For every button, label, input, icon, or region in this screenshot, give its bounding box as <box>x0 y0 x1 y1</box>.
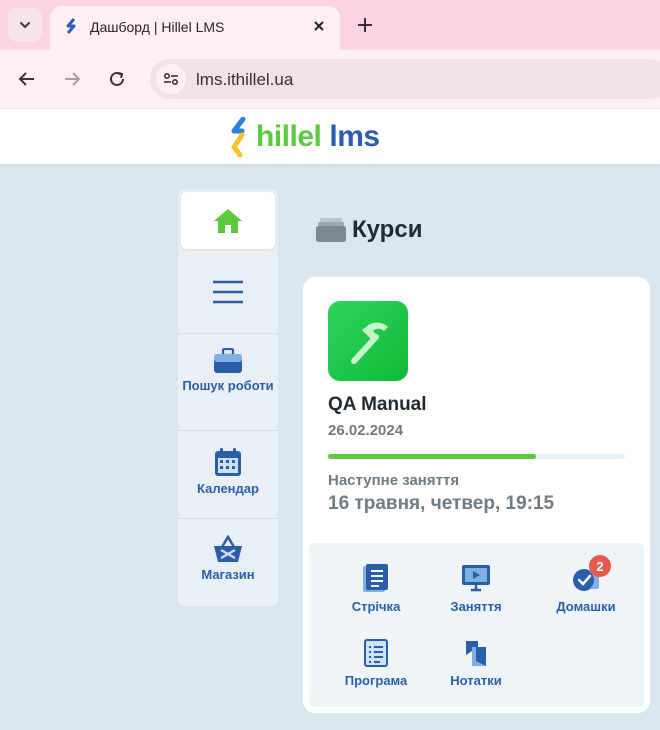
sidebar-item-calendar[interactable]: Календар <box>178 430 278 518</box>
hillel-logo-icon <box>231 117 246 157</box>
course-name: QA Manual <box>328 394 427 415</box>
action-lessons[interactable]: Заняття <box>421 563 531 614</box>
next-lesson-label: Наступне заняття <box>328 472 460 489</box>
course-icon <box>328 301 408 381</box>
shopping-basket-icon <box>214 535 242 562</box>
course-progress-fill <box>328 454 536 459</box>
action-homework-label: Домашки <box>556 599 616 614</box>
sidebar-item-shop[interactable]: Магазин <box>178 518 278 606</box>
plus-icon <box>358 18 372 32</box>
course-progress-bar <box>328 454 625 459</box>
hammer-icon <box>351 322 388 364</box>
sidebar-item-job-search[interactable]: Пошук роботи <box>178 333 278 430</box>
sidebar-item-menu[interactable] <box>178 262 278 322</box>
back-button[interactable] <box>12 64 42 94</box>
site-header: hillel lms <box>0 108 660 164</box>
new-tab-button[interactable] <box>350 10 380 40</box>
browser-tab[interactable]: Дашборд | Hillel LMS <box>50 6 340 50</box>
action-notes-label: Нотатки <box>450 673 502 688</box>
sidebar-item-label: Пошук роботи <box>182 378 274 393</box>
logo-lms-text: lms <box>329 120 380 153</box>
calendar-icon <box>215 448 241 476</box>
sidebar-item-home[interactable] <box>181 192 275 249</box>
site-info-button[interactable] <box>156 64 186 94</box>
action-lessons-label: Заняття <box>450 599 502 614</box>
hamburger-menu-icon <box>213 280 243 304</box>
sidebar: Пошук роботи Календар Магазин <box>178 190 278 606</box>
next-lesson-datetime: 16 травня, четвер, 19:15 <box>328 493 555 514</box>
action-homework[interactable]: 2 Домашки <box>531 555 641 614</box>
tune-icon <box>163 72 179 86</box>
feed-document-icon <box>363 564 388 592</box>
homework-count-badge: 2 <box>589 555 611 577</box>
hillel-favicon-icon <box>66 18 76 34</box>
browser-toolbar: lms.ithillel.ua <box>0 50 660 108</box>
sidebar-item-label: Календар <box>197 481 259 496</box>
course-actions-panel: Стрічка Заняття 2 Домашки Програма Нотат… <box>309 543 644 707</box>
tab-close-button[interactable] <box>308 15 330 37</box>
page-title: Курси <box>316 216 422 244</box>
action-program-label: Програма <box>344 673 408 688</box>
forward-button[interactable] <box>57 64 87 94</box>
notes-bookmark-icon <box>466 641 486 666</box>
arrow-right-icon <box>65 72 81 86</box>
arrow-left-icon <box>18 72 34 86</box>
logo-hillel-text: hillel <box>256 120 322 153</box>
action-program[interactable]: Програма <box>321 639 431 688</box>
address-bar[interactable]: lms.ithillel.ua <box>150 59 660 99</box>
folder-stack-icon <box>316 218 346 242</box>
tab-search-button[interactable] <box>8 8 42 42</box>
reload-icon <box>110 71 124 86</box>
program-list-icon <box>364 639 388 667</box>
monitor-play-icon <box>462 565 490 592</box>
browser-tab-bar: Дашборд | Hillel LMS <box>0 0 660 50</box>
course-start-date: 26.02.2024 <box>328 422 404 439</box>
action-feed-label: Стрічка <box>351 599 401 614</box>
tab-title: Дашборд | Hillel LMS <box>90 19 225 35</box>
action-notes[interactable]: Нотатки <box>421 639 531 688</box>
hillel-lms-logo[interactable]: hillel lms <box>228 117 380 157</box>
home-icon <box>214 208 242 233</box>
page-title-text: Курси <box>352 216 423 243</box>
briefcase-icon <box>214 348 242 373</box>
reload-button[interactable] <box>102 64 132 94</box>
chevron-down-icon <box>20 22 30 29</box>
url-text: lms.ithillel.ua <box>196 70 294 89</box>
action-feed[interactable]: Стрічка <box>321 563 431 614</box>
sidebar-item-label: Магазин <box>201 567 255 582</box>
course-card[interactable]: QA Manual 26.02.2024 Наступне заняття 16… <box>303 277 650 713</box>
close-icon <box>314 21 324 31</box>
